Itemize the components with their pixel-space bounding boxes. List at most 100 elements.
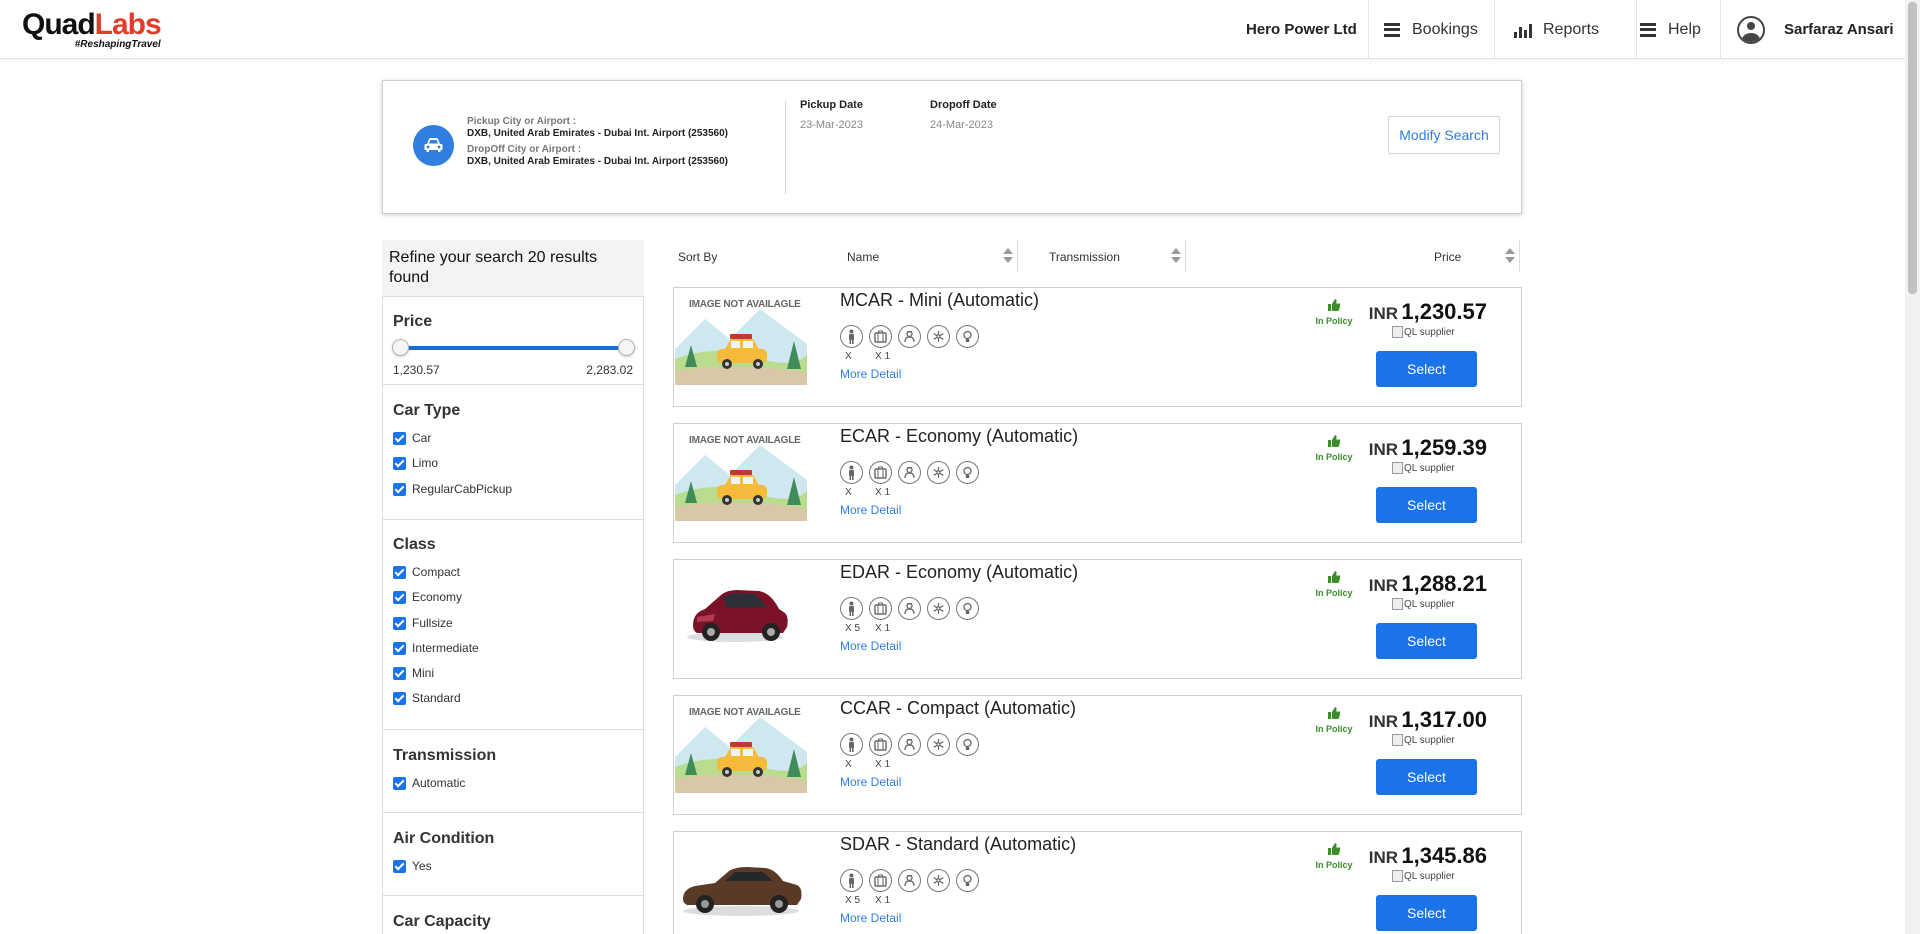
more-detail-link[interactable]: More Detail bbox=[840, 639, 901, 653]
checkbox[interactable] bbox=[393, 859, 406, 873]
transmission-option[interactable]: Automatic bbox=[393, 776, 465, 790]
transmission-filter: Transmission Automatic bbox=[383, 730, 643, 813]
class-option[interactable]: Standard bbox=[393, 691, 461, 705]
broken-image-icon bbox=[1392, 326, 1403, 338]
air-condition-icon bbox=[927, 461, 950, 484]
thumbs-up-icon bbox=[1328, 299, 1341, 311]
more-detail-link[interactable]: More Detail bbox=[840, 503, 901, 517]
select-button[interactable]: Select bbox=[1376, 895, 1477, 931]
price-max-value: 2,283.02 bbox=[586, 363, 633, 377]
amenities bbox=[840, 869, 979, 892]
bulb-icon bbox=[956, 461, 979, 484]
luggage-icon bbox=[869, 325, 892, 348]
luggage-count: X 1 bbox=[875, 895, 891, 906]
sort-arrows-icon[interactable] bbox=[1171, 248, 1181, 264]
dropoff-date: Dropoff Date 24-Mar-2023 bbox=[930, 99, 997, 131]
car-title: SDAR - Standard (Automatic) bbox=[840, 834, 1077, 854]
nav-reports[interactable]: Reports bbox=[1494, 0, 1636, 59]
page-scrollbar[interactable] bbox=[1905, 0, 1920, 934]
checkbox[interactable] bbox=[393, 616, 406, 630]
passenger-count: X 5 bbox=[845, 895, 861, 906]
price-slider-track[interactable] bbox=[401, 346, 627, 350]
checkbox[interactable] bbox=[393, 565, 406, 579]
passenger-icon bbox=[840, 597, 863, 620]
transmission-title: Transmission bbox=[393, 747, 497, 764]
price-filter: Price 1,230.57 2,283.02 bbox=[383, 297, 643, 385]
menu-icon bbox=[1640, 22, 1656, 37]
passenger-icon bbox=[840, 733, 863, 756]
sort-arrows-icon[interactable] bbox=[1505, 248, 1515, 264]
divider bbox=[785, 101, 786, 194]
passenger-count: X bbox=[845, 487, 852, 498]
car-result-card: EDAR - Economy (Automatic) X 5 X 1 More Det… bbox=[673, 559, 1522, 679]
sort-arrows-icon[interactable] bbox=[1003, 248, 1013, 264]
user-menu[interactable]: Sarfaraz Ansari bbox=[1720, 0, 1905, 59]
broken-image-icon bbox=[1392, 734, 1403, 746]
car-type-option[interactable]: Car bbox=[393, 431, 431, 445]
search-summary-card: Pickup City or Airport : DXB, United Ara… bbox=[382, 80, 1522, 214]
car-title: MCAR - Mini (Automatic) bbox=[840, 290, 1040, 310]
car-type-option[interactable]: Limo bbox=[393, 456, 438, 470]
passenger-count: X bbox=[845, 759, 852, 770]
nav-bookings[interactable]: Bookings bbox=[1368, 0, 1494, 59]
nav-help-label: Help bbox=[1668, 20, 1701, 38]
air-condition-icon bbox=[927, 597, 950, 620]
quadlabs-logo[interactable]: QuadLabs #ReshapingTravel bbox=[22, 10, 162, 51]
nav-help[interactable]: Help bbox=[1636, 0, 1720, 59]
modify-search-button[interactable]: Modify Search bbox=[1388, 116, 1500, 154]
car-type-option[interactable]: RegularCabPickup bbox=[393, 482, 512, 496]
in-policy-badge: In Policy bbox=[1314, 570, 1354, 598]
more-detail-link[interactable]: More Detail bbox=[840, 367, 901, 381]
select-button[interactable]: Select bbox=[1376, 759, 1477, 795]
passenger-count: X 5 bbox=[845, 623, 861, 634]
amenities bbox=[840, 325, 979, 348]
filter-panel: Price 1,230.57 2,283.02 Car Type Car Lim… bbox=[382, 296, 644, 934]
air-condition-title: Air Condition bbox=[393, 830, 495, 847]
checkbox[interactable] bbox=[393, 482, 406, 496]
car-image bbox=[675, 561, 807, 657]
checkbox[interactable] bbox=[393, 666, 406, 680]
car-capacity-title: Car Capacity bbox=[393, 913, 491, 930]
sort-name[interactable]: Name bbox=[847, 250, 879, 264]
more-detail-link[interactable]: More Detail bbox=[840, 911, 901, 925]
air-condition-icon bbox=[927, 733, 950, 756]
top-header: QuadLabs #ReshapingTravel Hero Power Ltd… bbox=[0, 0, 1905, 59]
checkbox[interactable] bbox=[393, 691, 406, 705]
car-result-card: IMAGE NOT AVAILAGLE ECAR - Economy (Autom… bbox=[673, 423, 1522, 543]
class-option[interactable]: Compact bbox=[393, 565, 460, 579]
price-display: INR 1,259.39 bbox=[1368, 435, 1487, 460]
sort-price[interactable]: Price bbox=[1434, 250, 1461, 264]
dropoff-location: DropOff City or Airport : DXB, United Ar… bbox=[467, 144, 728, 167]
price-display: INR 1,230.57 bbox=[1368, 299, 1487, 324]
car-title: EDAR - Economy (Automatic) bbox=[840, 562, 1079, 582]
car-type-filter: Car Type Car Limo RegularCabPickup bbox=[383, 385, 643, 520]
checkbox[interactable] bbox=[393, 431, 406, 445]
checkbox[interactable] bbox=[393, 641, 406, 655]
scrollbar-thumb[interactable] bbox=[1908, 2, 1917, 294]
bar-chart-icon bbox=[1514, 22, 1532, 38]
checkbox[interactable] bbox=[393, 776, 406, 790]
select-button[interactable]: Select bbox=[1376, 351, 1477, 387]
bulb-icon bbox=[956, 325, 979, 348]
car-image: IMAGE NOT AVAILAGLE bbox=[675, 425, 807, 521]
checkbox[interactable] bbox=[393, 456, 406, 470]
class-option[interactable]: Economy bbox=[393, 590, 462, 604]
thumbs-up-icon bbox=[1328, 843, 1341, 855]
more-detail-link[interactable]: More Detail bbox=[840, 775, 901, 789]
luggage-count: X 1 bbox=[875, 759, 891, 770]
air-condition-option[interactable]: Yes bbox=[393, 859, 432, 873]
company-name: Hero Power Ltd bbox=[1246, 21, 1357, 38]
select-button[interactable]: Select bbox=[1376, 487, 1477, 523]
passenger-icon bbox=[840, 869, 863, 892]
class-option[interactable]: Mini bbox=[393, 666, 434, 680]
luggage-icon bbox=[869, 461, 892, 484]
passenger-count: X bbox=[845, 351, 852, 362]
car-result-card: SDAR - Standard (Automatic) X 5 X 1 More De… bbox=[673, 831, 1522, 934]
price-slider-min-handle[interactable] bbox=[392, 339, 409, 356]
class-option[interactable]: Fullsize bbox=[393, 616, 453, 630]
sort-transmission[interactable]: Transmission bbox=[1049, 250, 1120, 264]
checkbox[interactable] bbox=[393, 590, 406, 604]
price-slider-max-handle[interactable] bbox=[618, 339, 635, 356]
select-button[interactable]: Select bbox=[1376, 623, 1477, 659]
class-option[interactable]: Intermediate bbox=[393, 641, 479, 655]
